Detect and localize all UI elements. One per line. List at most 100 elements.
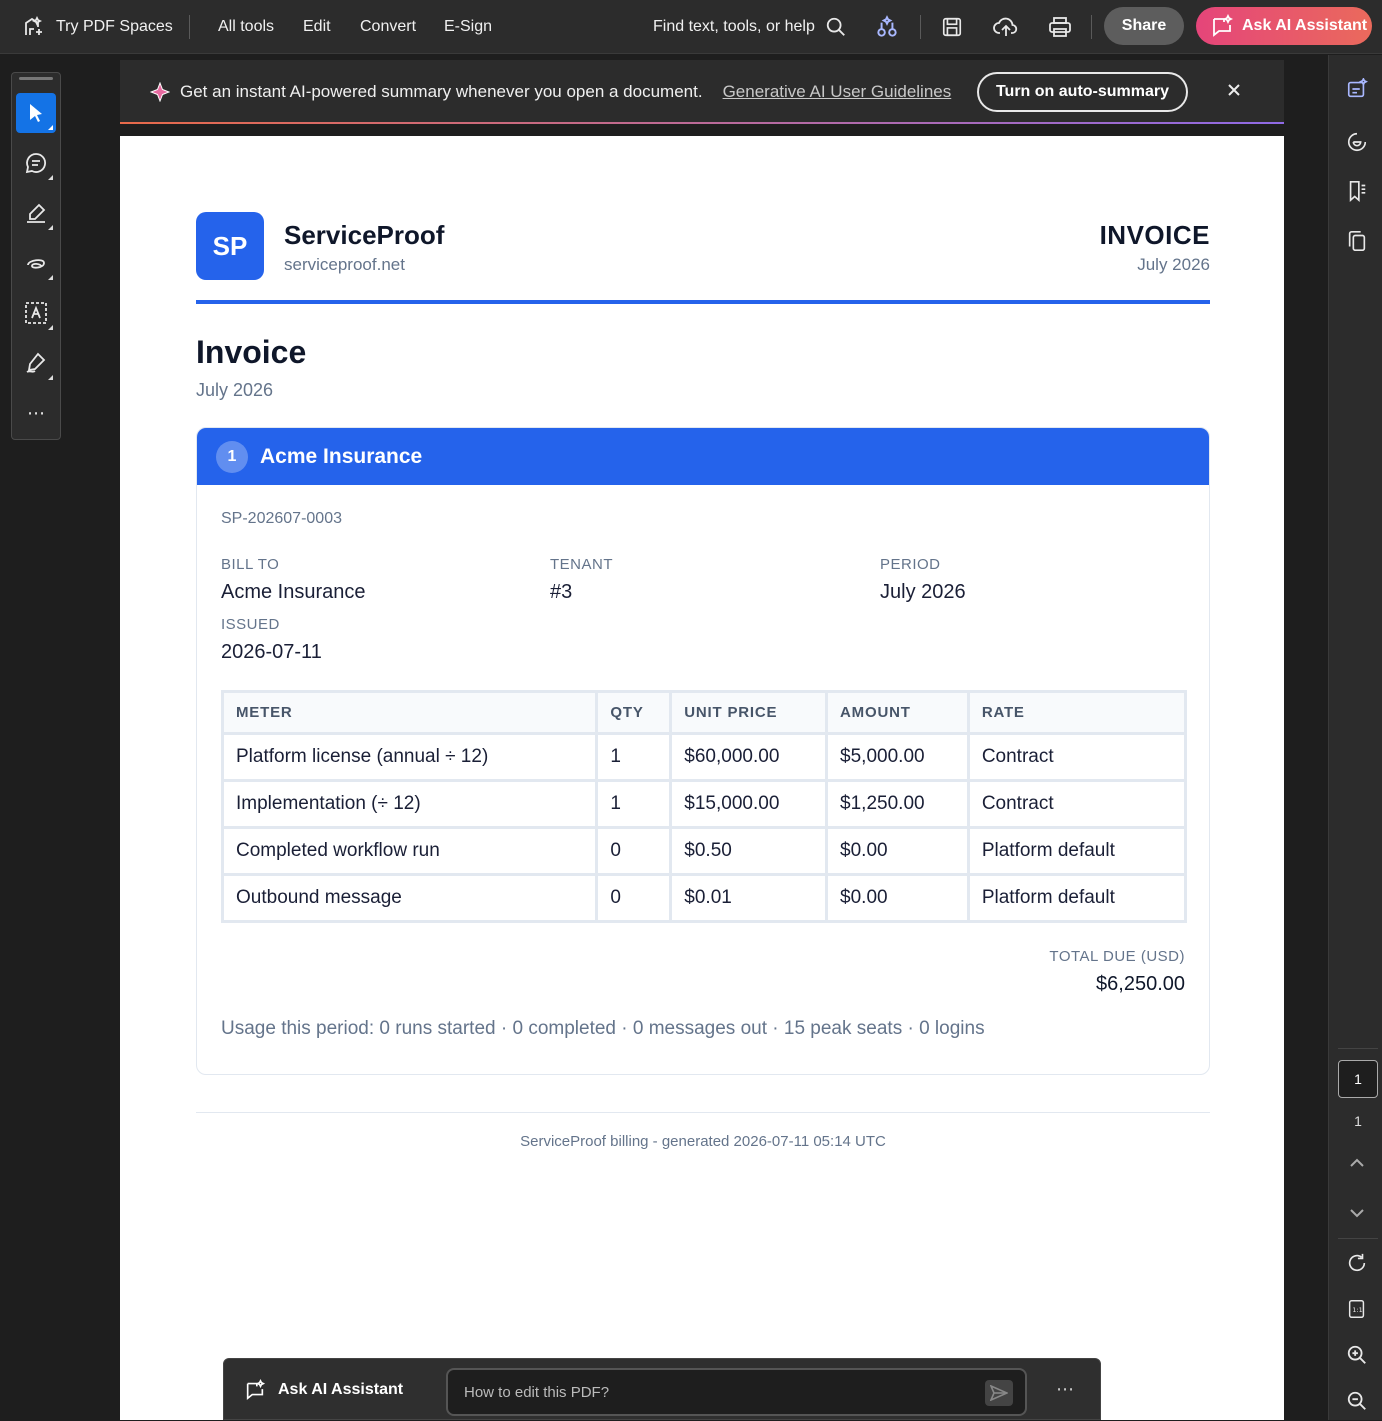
table-row: Implementation (÷ 12) 1 $15,000.00 $1,25…	[220, 779, 1188, 829]
nav-convert[interactable]: Convert	[360, 0, 416, 54]
ai-prompt-input[interactable]: How to edit this PDF?	[446, 1368, 1027, 1416]
right-panel-bar: 1:1	[1328, 55, 1382, 1420]
cell-amount: $5,000.00	[825, 732, 970, 782]
highlighter-pen-icon	[27, 203, 46, 223]
cell-unit-price: $60,000.00	[669, 732, 829, 782]
issued-label: ISSUED	[221, 616, 280, 633]
nav-edit[interactable]: Edit	[303, 0, 331, 54]
text-box-icon	[25, 302, 47, 324]
pages-panel-button[interactable]	[1345, 229, 1369, 253]
page-up-button[interactable]	[1345, 1151, 1369, 1175]
turn-on-auto-summary-button[interactable]: Turn on auto-summary	[977, 72, 1188, 112]
draw-tool[interactable]	[16, 243, 56, 283]
sign-tool[interactable]	[16, 343, 56, 383]
ai-assistant-title-button[interactable]: Ask AI Assistant	[244, 1359, 403, 1421]
select-tool[interactable]	[16, 93, 56, 133]
zoom-out-button[interactable]	[1345, 1389, 1369, 1413]
more-dots-icon: ⋯	[1056, 1379, 1074, 1399]
send-arrow-icon	[990, 1385, 1008, 1401]
bill-to-label: BILL TO	[221, 556, 280, 573]
zoom-out-icon	[1347, 1391, 1366, 1410]
bookmarks-panel-button[interactable]	[1345, 179, 1369, 203]
col-header-rate: RATE	[966, 690, 1188, 735]
send-button[interactable]	[985, 1380, 1013, 1406]
close-icon	[1228, 84, 1240, 96]
period-label: PERIOD	[880, 556, 941, 573]
refresh-button[interactable]	[1345, 1251, 1369, 1275]
highlight-tool[interactable]	[16, 193, 56, 233]
cell-meter: Platform license (annual ÷ 12)	[220, 732, 599, 782]
total-pages: 1	[1354, 1113, 1362, 1129]
search-icon	[826, 17, 845, 36]
footer-divider	[196, 1112, 1210, 1113]
banner-close-button[interactable]	[1224, 80, 1244, 100]
header-divider	[196, 300, 1210, 304]
tenant-value: #3	[550, 581, 573, 603]
auto-summary-banner: Get an instant AI-powered summary whenev…	[120, 60, 1284, 124]
save-button[interactable]	[937, 12, 967, 42]
cell-amount: $0.00	[825, 826, 970, 876]
cell-meter: Implementation (÷ 12)	[220, 779, 599, 829]
pdf-page: SP ServiceProof serviceproof.net INVOICE…	[120, 136, 1284, 1420]
nav-e-sign[interactable]: E-Sign	[444, 0, 492, 54]
print-button[interactable]	[1045, 12, 1075, 42]
invoice-number: SP-202607-0003	[221, 510, 342, 527]
drag-handle[interactable]	[19, 77, 53, 80]
bill-to-value: Acme Insurance	[221, 581, 366, 603]
more-dots-icon: ⋯	[27, 402, 45, 423]
cell-meter: Completed workflow run	[220, 826, 599, 876]
more-tools-button[interactable]: ⋯	[16, 393, 56, 433]
usage-summary: Usage this period: 0 runs started · 0 co…	[221, 1018, 985, 1039]
search-button[interactable]: Find text, tools, or help	[653, 0, 847, 54]
comments-icon	[1347, 132, 1367, 152]
current-page-input[interactable]: 1	[1338, 1060, 1378, 1098]
bookmark-icon	[1349, 181, 1366, 202]
cell-amount: $1,250.00	[825, 779, 970, 829]
cell-qty: 0	[595, 873, 673, 923]
col-header-amount: AMOUNT	[825, 690, 970, 735]
ai-tools-button[interactable]	[872, 12, 902, 42]
search-label: Find text, tools, or help	[653, 18, 815, 35]
table-row: Completed workflow run 0 $0.50 $0.00 Pla…	[220, 826, 1188, 876]
freehand-draw-icon	[27, 259, 45, 269]
table-row: Outbound message 0 $0.01 $0.00 Platform …	[220, 873, 1188, 923]
col-header-meter: METER	[220, 690, 599, 735]
text-box-tool[interactable]	[16, 293, 56, 333]
share-button[interactable]: Share	[1104, 7, 1184, 45]
page-down-button[interactable]	[1345, 1201, 1369, 1225]
left-tool-palette: ⋯	[11, 72, 61, 440]
ai-chat-icon	[246, 1379, 266, 1400]
cell-unit-price: $0.50	[669, 826, 829, 876]
cell-meter: Outbound message	[220, 873, 599, 923]
signature-pen-icon	[26, 352, 46, 373]
card-customer-title: Acme Insurance	[260, 444, 423, 468]
comment-icon	[25, 153, 47, 174]
ai-summary-panel-button[interactable]	[1345, 77, 1369, 101]
card-number-badge: 1	[216, 440, 248, 473]
copy-pages-icon	[1348, 231, 1366, 251]
actual-size-icon: 1:1	[1348, 1300, 1365, 1318]
ask-ai-assistant-button[interactable]: Ask AI Assistant	[1196, 7, 1372, 45]
page-title: Invoice	[196, 334, 307, 370]
invoice-card: 1 Acme Insurance SP-202607-0003 BILL TO …	[196, 427, 1210, 1075]
ai-tools-icon	[877, 15, 897, 37]
top-toolbar: Try PDF Spaces All tools Edit Convert E-…	[0, 0, 1382, 54]
try-pdf-spaces-button[interactable]: Try PDF Spaces	[22, 0, 173, 54]
company-logo: SP	[196, 212, 264, 280]
save-icon	[942, 17, 962, 37]
nav-all-tools[interactable]: All tools	[218, 0, 274, 54]
fit-page-button[interactable]: 1:1	[1345, 1297, 1369, 1321]
zoom-in-button[interactable]	[1345, 1343, 1369, 1367]
ask-ai-label: Ask AI Assistant	[1242, 17, 1368, 34]
print-icon	[1049, 17, 1071, 37]
ai-guidelines-link[interactable]: Generative AI User Guidelines	[723, 82, 952, 102]
cursor-arrow-icon	[30, 104, 42, 122]
period-value: July 2026	[880, 581, 966, 603]
comments-panel-button[interactable]	[1345, 130, 1369, 154]
zoom-in-icon	[1347, 1345, 1366, 1364]
cloud-upload-icon	[993, 17, 1018, 36]
comment-tool[interactable]	[16, 143, 56, 183]
cell-rate: Contract	[966, 779, 1188, 829]
ai-more-options-button[interactable]: ⋯	[1054, 1379, 1076, 1399]
upload-cloud-button[interactable]	[991, 12, 1021, 42]
